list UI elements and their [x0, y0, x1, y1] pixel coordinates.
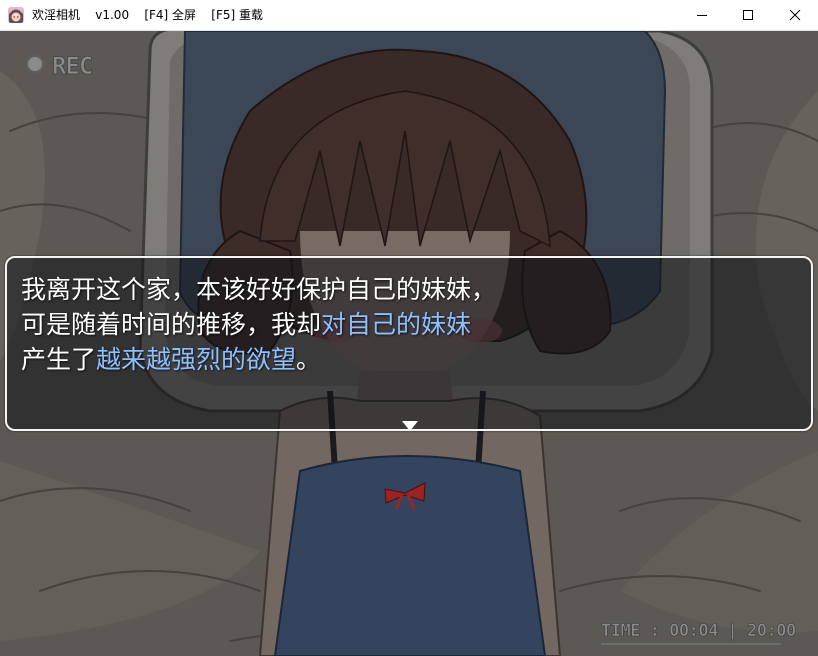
dialog-line-3-text-start: 产生了	[21, 345, 97, 374]
dialog-line-3-highlight: 越来越强烈的欲望	[96, 345, 297, 374]
time-readout: TIME : 00:04 | 20:00	[601, 621, 797, 642]
close-icon	[789, 9, 801, 21]
dialog-line-3: 产生了越来越强烈的欲望。	[21, 342, 496, 377]
close-button[interactable]	[772, 0, 818, 30]
game-viewport[interactable]: REC 我离开这个家，本该好好保护自己的妹妹， 可是随着时间的推移，我却对自己的…	[0, 31, 818, 656]
dialog-line-2: 可是随着时间的推移，我却对自己的妹妹	[21, 307, 496, 342]
dialog-text: 我离开这个家，本该好好保护自己的妹妹， 可是随着时间的推移，我却对自己的妹妹 产…	[21, 272, 496, 377]
dialog-line-2-highlight: 对自己的妹妹	[321, 310, 472, 339]
maximize-icon	[743, 10, 753, 20]
dialog-line-3-text-end: 。	[296, 345, 322, 374]
dialog-line-1: 我离开这个家，本该好好保护自己的妹妹，	[21, 275, 497, 304]
window-titlebar: 欢淫相机 v1.00 [F4] 全屏 [F5] 重载	[0, 0, 818, 31]
time-underline	[601, 643, 781, 645]
triangle-down-icon[interactable]	[402, 421, 418, 431]
window-title: 欢淫相机 v1.00 [F4] 全屏 [F5] 重载	[32, 8, 264, 22]
record-dot-icon	[26, 55, 44, 73]
dialog-line-2-text: 可是随着时间的推移，我却	[21, 310, 322, 339]
minimize-button[interactable]	[679, 0, 725, 30]
anime-character-icon	[8, 7, 24, 23]
dialog-box[interactable]: 我离开这个家，本该好好保护自己的妹妹， 可是随着时间的推移，我却对自己的妹妹 产…	[5, 256, 813, 431]
rec-label: REC	[51, 52, 93, 80]
maximize-button[interactable]	[725, 0, 771, 30]
minimize-icon	[697, 15, 707, 16]
